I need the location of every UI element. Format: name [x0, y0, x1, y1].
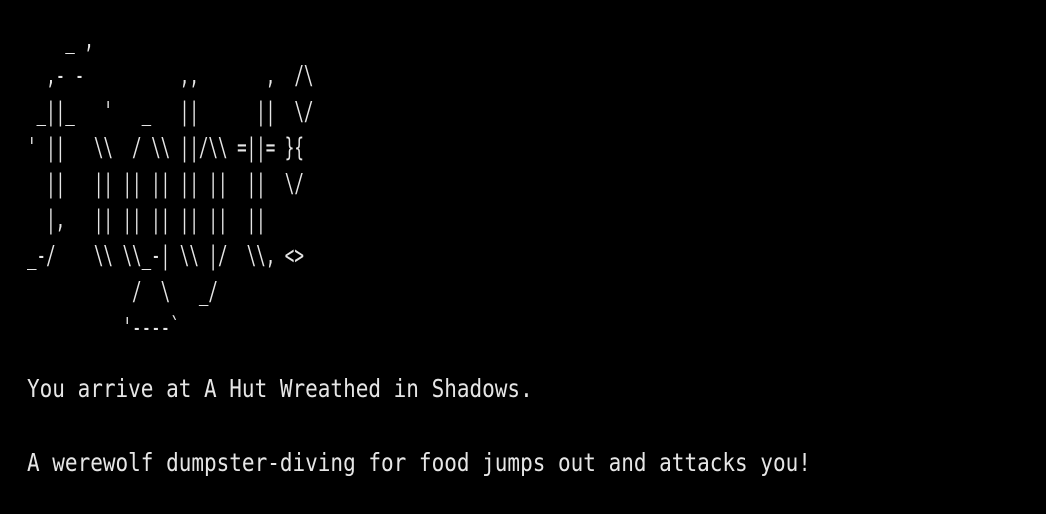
arrival-message: You arrive at A Hut Wreathed in Shadows.	[27, 374, 533, 403]
terminal-window: _ , ,- - ,, , /\ _||_ ' _ || || \/ ' || …	[0, 0, 1046, 514]
ascii-art-title: _ , ,- - ,, , /\ _||_ ' _ || || \/ ' || …	[27, 25, 314, 343]
encounter-message: A werewolf dumpster-diving for food jump…	[27, 448, 811, 477]
